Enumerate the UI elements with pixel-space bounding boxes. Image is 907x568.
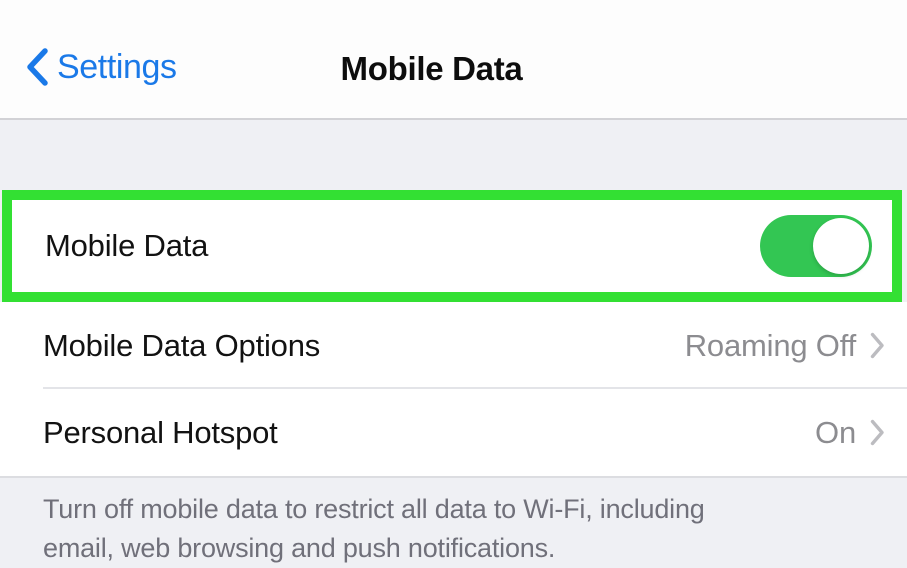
footer-line-1: Turn off mobile data to restrict all dat…: [43, 494, 705, 524]
chevron-right-icon: [870, 419, 884, 446]
row-value: On: [815, 414, 856, 450]
mobile-data-row[interactable]: Mobile Data: [12, 200, 892, 292]
mobile-data-toggle[interactable]: [760, 215, 872, 277]
section-footer-note: Turn off mobile data to restrict all dat…: [0, 480, 907, 563]
mobile-data-settings-screen: Settings Mobile Data Mobile Data Mobile …: [0, 0, 907, 563]
row-label: Personal Hotspot: [43, 414, 278, 450]
row-label: Mobile Data Options: [43, 327, 321, 363]
section-spacer: [0, 122, 907, 190]
mobile-data-row-label: Mobile Data: [45, 228, 209, 263]
row-accessory-group: On: [815, 415, 885, 451]
page-title: Mobile Data: [340, 50, 523, 87]
row-value: Roaming Off: [684, 327, 856, 363]
toggle-knob: [813, 218, 869, 274]
settings-list: Mobile Data Options Roaming Off Personal…: [0, 302, 907, 478]
row-accessory-group: Roaming Off: [685, 328, 885, 364]
chevron-right-icon: [870, 332, 884, 359]
mobile-data-options-row[interactable]: Mobile Data Options Roaming Off: [0, 302, 907, 389]
footer-line-2: email, web browsing and push notificatio…: [43, 533, 556, 563]
navigation-bar: Settings Mobile Data: [0, 0, 907, 120]
personal-hotspot-row[interactable]: Personal Hotspot On: [0, 389, 907, 476]
mobile-data-row-highlight: Mobile Data: [2, 190, 902, 302]
